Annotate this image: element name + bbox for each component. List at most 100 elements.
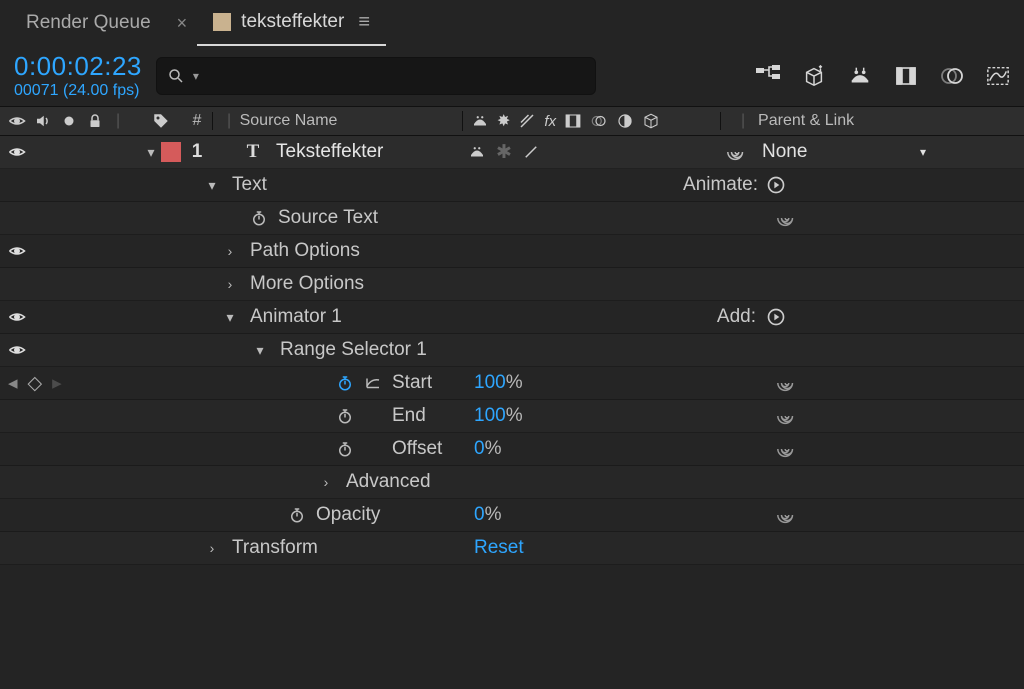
tab-render-queue[interactable]: Render Queue (10, 0, 167, 46)
graph-editor-icon[interactable] (986, 64, 1010, 88)
eye-icon[interactable] (8, 242, 26, 260)
search-field[interactable] (207, 67, 585, 85)
property-group-transform[interactable]: › Transform Reset (0, 532, 1024, 565)
prev-keyframe-icon[interactable]: ◂ (8, 372, 18, 395)
eye-icon[interactable] (8, 308, 26, 326)
property-label: Opacity (316, 504, 380, 526)
switches-header: ✸ fx (462, 111, 720, 131)
collapse-switch-icon[interactable]: ✱ (496, 141, 512, 164)
property-label: Start (392, 372, 432, 394)
twirl-down-icon[interactable]: ▾ (250, 342, 270, 359)
motionblur-col-icon[interactable] (590, 112, 608, 130)
property-label: More Options (250, 273, 364, 295)
eye-icon[interactable] (8, 143, 26, 161)
twirl-down-icon[interactable]: ▾ (220, 309, 240, 326)
composition-swatch-icon (213, 13, 231, 31)
property-group-text[interactable]: ▾ Text Animate: (0, 169, 1024, 202)
property-source-text[interactable]: Source Text (0, 202, 1024, 235)
parent-link-header[interactable]: | Parent & Link (720, 112, 936, 130)
expression-pickwhip-icon[interactable] (776, 207, 798, 229)
animate-menu-icon[interactable] (766, 175, 786, 195)
twirl-right-icon[interactable]: › (202, 540, 222, 556)
property-group-animator[interactable]: ▾ Animator 1 Add: (0, 301, 1024, 334)
layer-color-swatch[interactable] (161, 142, 181, 162)
layer-name[interactable]: Teksteffekter (276, 141, 383, 163)
property-value[interactable]: 0 (474, 438, 485, 459)
draft-3d-icon[interactable] (802, 64, 826, 88)
property-label[interactable]: Animator 1 (250, 306, 342, 328)
expression-pickwhip-icon[interactable] (776, 405, 798, 427)
property-value[interactable]: 0 (474, 504, 485, 525)
eye-header-icon[interactable] (8, 112, 26, 130)
panel-menu-icon[interactable]: ≡ (354, 11, 370, 34)
hide-shy-icon[interactable] (848, 64, 872, 88)
parent-dropdown[interactable]: None ▾ (758, 139, 936, 165)
frameblend-col-icon[interactable] (564, 112, 582, 130)
expression-pickwhip-icon[interactable] (776, 372, 798, 394)
audio-header-icon[interactable] (34, 112, 52, 130)
twirl-down-icon[interactable]: ▾ (202, 177, 222, 194)
stopwatch-icon[interactable] (336, 440, 354, 458)
graph-icon[interactable] (364, 374, 382, 392)
property-group-path-options[interactable]: › Path Options (0, 235, 1024, 268)
add-menu-icon[interactable] (766, 307, 786, 327)
pickwhip-icon[interactable] (726, 141, 748, 163)
expression-pickwhip-icon[interactable] (776, 504, 798, 526)
property-label: Path Options (250, 240, 360, 262)
composition-flowchart-icon[interactable] (756, 64, 780, 88)
twirl-right-icon[interactable]: › (220, 276, 240, 292)
add-keyframe-icon[interactable]: ◇ (28, 372, 43, 395)
stopwatch-icon[interactable] (288, 506, 306, 524)
layer-rows: ▾ 1 T Teksteffekter ✱ None ▾ (0, 136, 1024, 565)
adjustment-col-icon[interactable] (616, 112, 634, 130)
tab-label: Render Queue (26, 12, 151, 34)
property-label[interactable]: Range Selector 1 (280, 339, 427, 361)
current-timecode[interactable]: 0:00:02:23 (14, 51, 142, 82)
layer-row[interactable]: ▾ 1 T Teksteffekter ✱ None ▾ (0, 136, 1024, 169)
expression-pickwhip-icon[interactable] (776, 438, 798, 460)
property-unit: % (485, 438, 502, 459)
solo-header-icon[interactable] (60, 112, 78, 130)
motion-blur-icon[interactable] (940, 64, 964, 88)
shy-switch-icon[interactable] (468, 143, 486, 161)
frame-blend-icon[interactable] (894, 64, 918, 88)
fx-col-icon[interactable]: fx (544, 113, 556, 130)
twirl-right-icon[interactable]: › (220, 243, 240, 259)
property-offset[interactable]: Offset 0% (0, 433, 1024, 466)
collapse-col-icon[interactable]: ✸ (497, 111, 510, 131)
property-start[interactable]: ◂ ◇ ▸ Start 100% (0, 367, 1024, 400)
column-header: | # | Source Name ✸ fx | Parent & Link (0, 106, 1024, 136)
stopwatch-icon[interactable] (250, 209, 268, 227)
stopwatch-icon[interactable] (336, 374, 354, 392)
search-input[interactable]: ▾ (156, 57, 596, 95)
property-value[interactable]: 100 (474, 372, 506, 393)
property-group-more-options[interactable]: › More Options (0, 268, 1024, 301)
property-group-range-selector[interactable]: ▾ Range Selector 1 (0, 334, 1024, 367)
property-end[interactable]: End 100% (0, 400, 1024, 433)
layer-index: 1 (182, 141, 212, 163)
index-header[interactable]: # (182, 112, 212, 130)
property-group-advanced[interactable]: › Advanced (0, 466, 1024, 499)
label-header-icon[interactable] (152, 112, 170, 130)
eye-icon[interactable] (8, 341, 26, 359)
close-icon[interactable]: × (177, 13, 188, 34)
quality-col-icon[interactable] (518, 112, 536, 130)
add-label: Add: (717, 306, 756, 328)
tab-composition[interactable]: teksteffekter ≡ (197, 0, 386, 46)
source-name-header[interactable]: | Source Name (212, 112, 462, 130)
panel-tabs: Render Queue × teksteffekter ≡ (0, 0, 1024, 46)
stopwatch-icon[interactable] (336, 407, 354, 425)
text-layer-icon: T (240, 141, 266, 163)
3d-col-icon[interactable] (642, 112, 660, 130)
property-opacity[interactable]: Opacity 0% (0, 499, 1024, 532)
twirl-down-icon[interactable]: ▾ (141, 144, 161, 161)
property-value[interactable]: 100 (474, 405, 506, 426)
next-keyframe-icon[interactable]: ▸ (52, 372, 62, 395)
property-label: Text (232, 174, 267, 196)
reset-link[interactable]: Reset (474, 537, 524, 558)
quality-switch-icon[interactable] (522, 143, 540, 161)
twirl-right-icon[interactable]: › (316, 474, 336, 490)
lock-header-icon[interactable] (86, 112, 104, 130)
shy-col-icon[interactable] (471, 112, 489, 130)
separator-icon: | (112, 112, 124, 130)
